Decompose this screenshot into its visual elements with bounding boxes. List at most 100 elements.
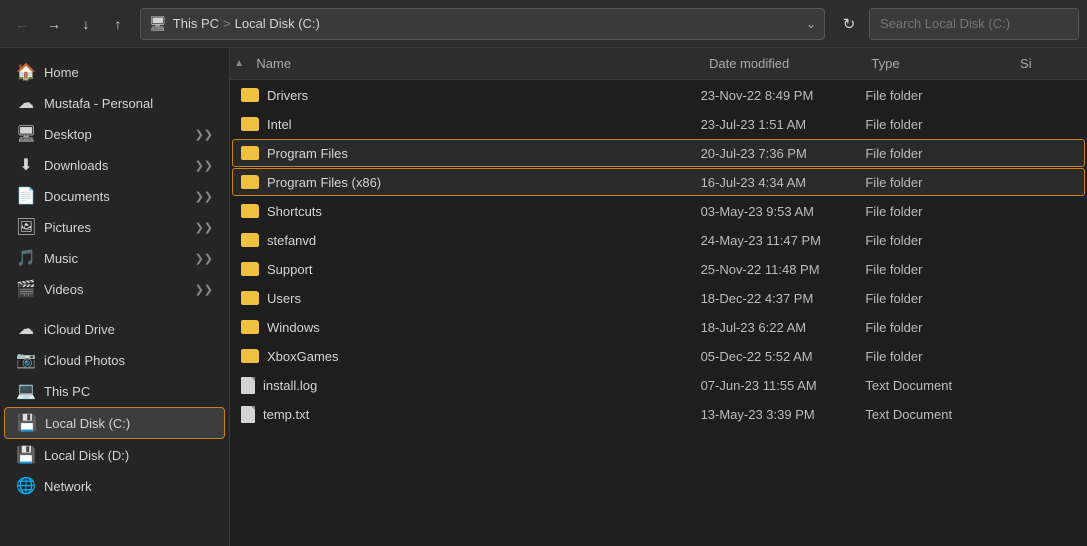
sidebar-item-label: iCloud Drive	[44, 322, 213, 337]
file-type-cell: File folder	[857, 233, 1008, 248]
sidebar-item-documents[interactable]: 📄 Documents ❯❯	[4, 181, 225, 211]
col-header-type[interactable]: Type	[863, 48, 1012, 80]
sidebar-item-pictures[interactable]: 🖼 Pictures ❯❯	[4, 212, 225, 242]
documents-icon: 📄	[16, 186, 36, 206]
file-name: Shortcuts	[267, 204, 322, 219]
path-this-pc: This PC	[173, 16, 219, 31]
main-container: 🏠 Home ☁ Mustafa - Personal 🖥 Desktop ❯❯…	[0, 48, 1087, 546]
folder-icon	[241, 349, 259, 363]
file-name: XboxGames	[267, 349, 339, 364]
back-button[interactable]: ←	[8, 10, 36, 38]
sidebar-item-desktop[interactable]: 🖥 Desktop ❯❯	[4, 119, 225, 149]
refresh-button[interactable]: ↻	[833, 8, 865, 40]
file-type-cell: File folder	[857, 117, 1008, 132]
path-sep-1: >	[223, 16, 231, 31]
table-row[interactable]: Users 18-Dec-22 4:37 PM File folder	[232, 284, 1085, 312]
col-header-date[interactable]: Date modified	[701, 48, 863, 80]
table-row[interactable]: Windows 18-Jul-23 6:22 AM File folder	[232, 313, 1085, 341]
file-name: Users	[267, 291, 301, 306]
file-type-cell: File folder	[857, 204, 1008, 219]
home-icon: 🏠	[16, 62, 36, 82]
navigation-bar: ← → ↓ ↑ 🖥 This PC > Local Disk (C:) ⌄ ↻	[0, 0, 1087, 48]
sidebar-item-network[interactable]: 🌐 Network	[4, 471, 225, 501]
table-row[interactable]: Drivers 23-Nov-22 8:49 PM File folder	[232, 81, 1085, 109]
table-row[interactable]: XboxGames 05-Dec-22 5:52 AM File folder	[232, 342, 1085, 370]
downloads-icon: ⬇	[16, 155, 36, 175]
videos-icon: 🎬	[16, 279, 36, 299]
table-row[interactable]: stefanvd 24-May-23 11:47 PM File folder	[232, 226, 1085, 254]
file-name: Intel	[267, 117, 292, 132]
pin-icon: ❯❯	[195, 283, 213, 296]
sidebar-item-downloads[interactable]: ⬇ Downloads ❯❯	[4, 150, 225, 180]
sidebar-item-videos[interactable]: 🎬 Videos ❯❯	[4, 274, 225, 304]
file-name-cell: Shortcuts	[233, 204, 693, 219]
music-icon: 🎵	[16, 248, 36, 268]
folder-icon	[241, 262, 259, 276]
table-row[interactable]: temp.txt 13-May-23 3:39 PM Text Document	[232, 400, 1085, 428]
folder-icon	[241, 320, 259, 334]
search-input[interactable]	[869, 8, 1079, 40]
up-button[interactable]: ↑	[104, 10, 132, 38]
sidebar: 🏠 Home ☁ Mustafa - Personal 🖥 Desktop ❯❯…	[0, 48, 230, 546]
file-icon	[241, 377, 255, 394]
path-local-disk: Local Disk (C:)	[235, 16, 320, 31]
file-name-cell: Drivers	[233, 88, 693, 103]
icloud-drive-icon: ☁	[16, 319, 36, 339]
sidebar-item-onedrive[interactable]: ☁ Mustafa - Personal	[4, 88, 225, 118]
pin-icon: ❯❯	[195, 190, 213, 203]
table-row[interactable]: Support 25-Nov-22 11:48 PM File folder	[232, 255, 1085, 283]
sidebar-item-label: Home	[44, 65, 213, 80]
table-row[interactable]: Shortcuts 03-May-23 9:53 AM File folder	[232, 197, 1085, 225]
sidebar-item-label: Documents	[44, 189, 187, 204]
sidebar-item-label: This PC	[44, 384, 213, 399]
sidebar-item-label: Music	[44, 251, 187, 266]
folder-icon	[241, 204, 259, 218]
file-type-cell: File folder	[857, 291, 1008, 306]
pin-icon: ❯❯	[195, 221, 213, 234]
col-header-name[interactable]: Name	[248, 48, 701, 80]
sidebar-item-home[interactable]: 🏠 Home	[4, 57, 225, 87]
file-type-cell: File folder	[857, 88, 1008, 103]
file-date-cell: 18-Dec-22 4:37 PM	[693, 291, 858, 306]
sidebar-item-local-disk-d[interactable]: 💾 Local Disk (D:)	[4, 440, 225, 470]
recent-locations-button[interactable]: ↓	[72, 10, 100, 38]
file-date-cell: 20-Jul-23 7:36 PM	[693, 146, 858, 161]
file-icon	[241, 406, 255, 423]
pin-icon: ❯❯	[195, 159, 213, 172]
sidebar-item-music[interactable]: 🎵 Music ❯❯	[4, 243, 225, 273]
file-name: Program Files	[267, 146, 348, 161]
sidebar-item-icloud-drive[interactable]: ☁ iCloud Drive	[4, 314, 225, 344]
scroll-up-btn[interactable]: ▲	[230, 48, 248, 80]
file-name: Program Files (x86)	[267, 175, 381, 190]
file-name-cell: stefanvd	[233, 233, 693, 248]
file-name: temp.txt	[263, 407, 309, 422]
file-name-cell: Windows	[233, 320, 693, 335]
file-name-cell: XboxGames	[233, 349, 693, 364]
file-date-cell: 07-Jun-23 11:55 AM	[693, 378, 858, 393]
sidebar-item-this-pc[interactable]: 💻 This PC	[4, 376, 225, 406]
forward-button[interactable]: →	[40, 10, 68, 38]
table-row[interactable]: Program Files 20-Jul-23 7:36 PM File fol…	[232, 139, 1085, 167]
table-row[interactable]: install.log 07-Jun-23 11:55 AM Text Docu…	[232, 371, 1085, 399]
address-icon: 🖥	[149, 15, 167, 32]
file-date-cell: 25-Nov-22 11:48 PM	[693, 262, 858, 277]
sidebar-item-label: Desktop	[44, 127, 187, 142]
pictures-icon: 🖼	[16, 217, 36, 237]
file-name: stefanvd	[267, 233, 316, 248]
table-row[interactable]: Program Files (x86) 16-Jul-23 4:34 AM Fi…	[232, 168, 1085, 196]
table-row[interactable]: Intel 23-Jul-23 1:51 AM File folder	[232, 110, 1085, 138]
address-dropdown-button[interactable]: ⌄	[806, 17, 816, 31]
sidebar-item-local-disk-c[interactable]: 💾 Local Disk (C:)	[4, 407, 225, 439]
column-headers: ▲ Name Date modified Type Si	[230, 48, 1087, 80]
file-date-cell: 24-May-23 11:47 PM	[693, 233, 858, 248]
sidebar-item-icloud-photos[interactable]: 📷 iCloud Photos	[4, 345, 225, 375]
sidebar-item-label: Videos	[44, 282, 187, 297]
address-bar[interactable]: 🖥 This PC > Local Disk (C:) ⌄	[140, 8, 825, 40]
sidebar-item-label: Local Disk (D:)	[44, 448, 213, 463]
file-date-cell: 18-Jul-23 6:22 AM	[693, 320, 858, 335]
file-type-cell: File folder	[857, 262, 1008, 277]
pin-icon: ❯❯	[195, 252, 213, 265]
folder-icon	[241, 175, 259, 189]
col-header-size[interactable]: Si	[1012, 48, 1087, 80]
file-type-cell: File folder	[857, 175, 1008, 190]
